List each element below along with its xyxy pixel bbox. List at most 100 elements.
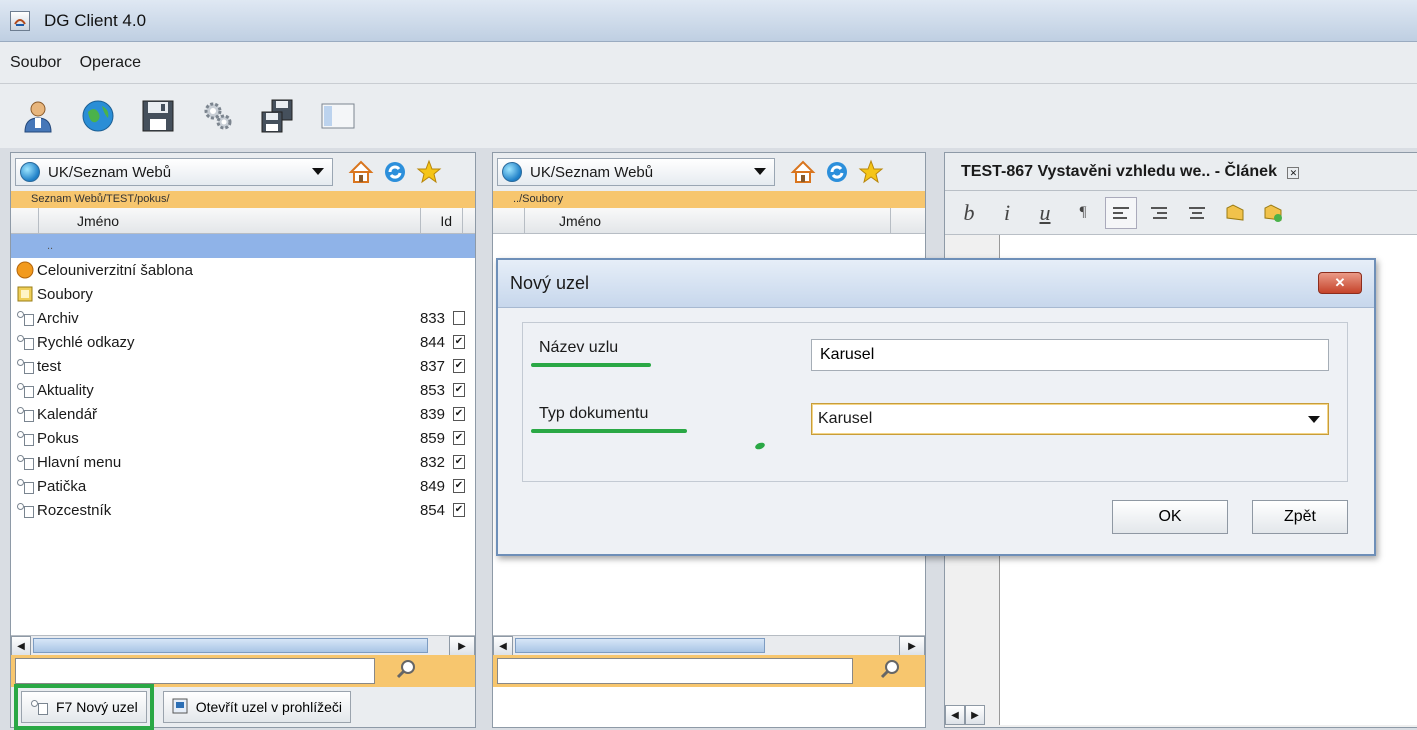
- scroll-thumb[interactable]: [33, 638, 428, 653]
- table-row[interactable]: test 837 ✔: [11, 354, 475, 378]
- node-icon: [15, 333, 35, 351]
- new-node-button[interactable]: F7 Nový uzel: [14, 684, 154, 730]
- left-bottom-buttons: F7 Nový uzel Otevřít uzel v prohlížeči: [11, 684, 475, 730]
- italic-button[interactable]: i: [991, 197, 1023, 229]
- column-id-header[interactable]: Id: [421, 208, 463, 233]
- globe-icon: [502, 162, 522, 182]
- star-icon[interactable]: [415, 158, 443, 186]
- close-icon[interactable]: ✕: [1318, 272, 1362, 294]
- bold-button[interactable]: b: [953, 197, 985, 229]
- refresh-icon[interactable]: [381, 158, 409, 186]
- main-toolbar: [0, 84, 1417, 148]
- settings-gears-icon[interactable]: [198, 96, 238, 136]
- row-checkbox[interactable]: ✔: [453, 335, 465, 349]
- left-site-selector[interactable]: UK/Seznam Webů: [15, 158, 333, 186]
- row-checkbox[interactable]: ✔: [453, 503, 465, 517]
- search-icon[interactable]: [395, 658, 417, 684]
- row-checkbox[interactable]: [453, 311, 465, 325]
- row-name: Kalendář: [37, 405, 98, 423]
- paragraph-button[interactable]: ¶: [1067, 197, 1099, 229]
- left-horizontal-scrollbar[interactable]: ◀ ▶: [11, 635, 475, 656]
- row-id: 833: [419, 309, 445, 327]
- row-id: 844: [419, 333, 445, 351]
- node-icon: [15, 453, 35, 471]
- browser-window-icon: [172, 698, 188, 717]
- app-icon: [10, 10, 30, 31]
- middle-search-input[interactable]: [497, 658, 853, 684]
- table-row[interactable]: Aktuality 853 ✔: [11, 378, 475, 402]
- open-in-browser-label: Otevřít uzel v prohlížeči: [195, 699, 342, 715]
- scroll-thumb[interactable]: [515, 638, 765, 653]
- star-icon[interactable]: [857, 158, 885, 186]
- table-row[interactable]: Pokus 859 ✔: [11, 426, 475, 450]
- document-type-label: Typ dokumentu: [539, 405, 649, 422]
- node-name-input[interactable]: [811, 339, 1329, 371]
- table-row[interactable]: Rychlé odkazy 844 ✔: [11, 330, 475, 354]
- row-checkbox[interactable]: ✔: [453, 455, 465, 469]
- scroll-right-arrow-icon[interactable]: ▶: [449, 636, 475, 656]
- save-icon[interactable]: [138, 96, 178, 136]
- node-icon: [15, 477, 35, 495]
- align-left-icon[interactable]: [1105, 196, 1137, 229]
- search-icon[interactable]: [879, 658, 901, 684]
- remove-link-icon[interactable]: [1257, 197, 1289, 229]
- row-id: 849: [419, 477, 445, 495]
- open-in-browser-button[interactable]: Otevřít uzel v prohlížeči: [162, 691, 351, 723]
- scroll-track[interactable]: [513, 636, 899, 655]
- home-icon[interactable]: [347, 158, 375, 186]
- tab-article[interactable]: TEST-867 Vystavěni vzhledu we.. - Článek…: [961, 162, 1300, 181]
- document-type-select[interactable]: Karusel: [811, 403, 1329, 435]
- row-name: test: [37, 357, 62, 375]
- parent-link: ..: [47, 240, 54, 252]
- ok-button[interactable]: OK: [1112, 500, 1228, 534]
- scroll-right-arrow-icon[interactable]: ▶: [899, 636, 925, 656]
- insert-link-icon[interactable]: [1219, 197, 1251, 229]
- row-checkbox[interactable]: ✔: [453, 359, 465, 373]
- tab-article-title: TEST-867 Vystavěni vzhledu we.. - Článek: [961, 162, 1277, 180]
- home-icon[interactable]: [789, 158, 817, 186]
- middle-horizontal-scrollbar[interactable]: ◀ ▶: [493, 635, 925, 656]
- row-checkbox[interactable]: ✔: [453, 431, 465, 445]
- menu-operace[interactable]: Operace: [80, 54, 141, 72]
- column-name-header[interactable]: Jméno: [39, 208, 421, 233]
- row-checkbox[interactable]: ✔: [453, 407, 465, 421]
- files-folder-icon: [15, 285, 35, 303]
- row-name: Celouniverzitní šablona: [37, 261, 193, 279]
- globe-icon[interactable]: [78, 96, 118, 136]
- scroll-track[interactable]: [31, 636, 449, 655]
- underline-button[interactable]: u: [1029, 197, 1061, 229]
- left-search-input[interactable]: [15, 658, 375, 684]
- back-button[interactable]: Zpět: [1252, 500, 1348, 534]
- row-checkbox[interactable]: ✔: [453, 479, 465, 493]
- left-site-selector-value: UK/Seznam Webů: [48, 163, 172, 181]
- menu-soubor[interactable]: Soubor: [10, 54, 62, 72]
- column-spacer: [11, 208, 39, 233]
- editor-tab-strip: TEST-867 Vystavěni vzhledu we.. - Článek…: [945, 153, 1417, 191]
- refresh-icon[interactable]: [823, 158, 851, 186]
- scroll-left-arrow-icon[interactable]: ◀: [493, 636, 513, 656]
- dialog-title: Nový uzel: [510, 273, 590, 293]
- middle-site-selector[interactable]: UK/Seznam Webů: [497, 158, 775, 186]
- middle-panel-header: UK/Seznam Webů: [493, 153, 925, 191]
- panel-layout-icon[interactable]: [318, 96, 358, 136]
- user-icon[interactable]: [18, 96, 58, 136]
- table-row[interactable]: Kalendář 839 ✔: [11, 402, 475, 426]
- table-row[interactable]: Hlavní menu 832 ✔: [11, 450, 475, 474]
- row-checkbox[interactable]: ✔: [453, 383, 465, 397]
- align-center-icon[interactable]: [1181, 197, 1213, 229]
- table-row[interactable]: Celouniverzitní šablona: [11, 258, 475, 282]
- scroll-right-arrow-icon[interactable]: ▶: [965, 705, 985, 725]
- table-row[interactable]: Soubory: [11, 282, 475, 306]
- window-title: DG Client 4.0: [44, 10, 147, 30]
- close-icon[interactable]: ✕: [1287, 166, 1300, 179]
- table-row-parent[interactable]: ..: [11, 234, 475, 258]
- table-row[interactable]: Archiv 833: [11, 306, 475, 330]
- table-row[interactable]: Patička 849 ✔: [11, 474, 475, 498]
- table-row[interactable]: Rozcestník 854 ✔: [11, 498, 475, 522]
- left-panel: UK/Seznam Webů Seznam Webů/TEST/pokus/ J…: [10, 152, 476, 730]
- scroll-left-arrow-icon[interactable]: ◀: [945, 705, 965, 725]
- align-right-icon[interactable]: [1143, 197, 1175, 229]
- scroll-left-arrow-icon[interactable]: ◀: [11, 636, 31, 656]
- publish-icon[interactable]: [258, 96, 298, 136]
- column-name-header[interactable]: Jméno: [525, 208, 891, 233]
